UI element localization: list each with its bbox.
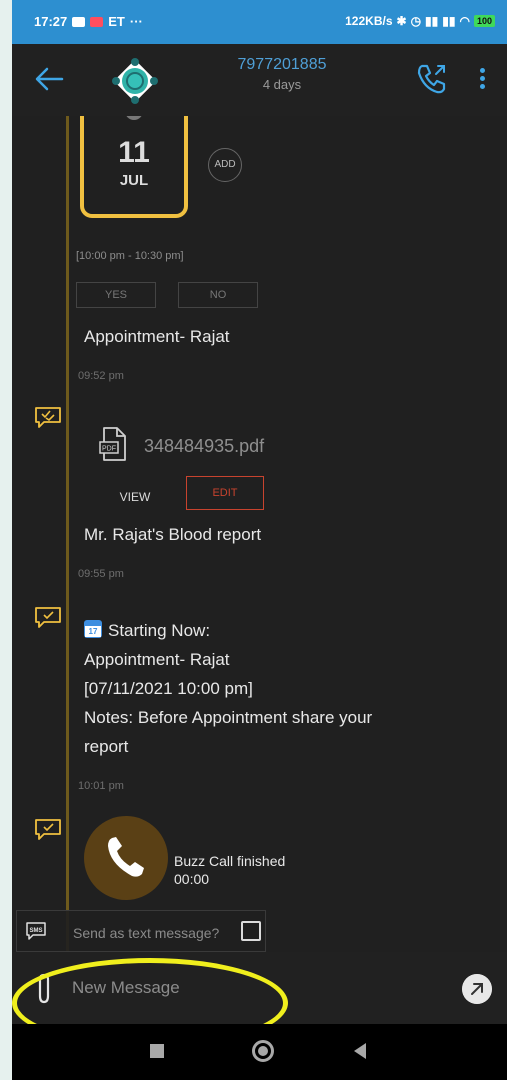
call-duration: 00:00	[174, 871, 210, 887]
network-speed: 122KB/s	[345, 14, 393, 28]
phone-screen: 17:27 ET ··· 122KB/s ✱ ◷ ▮▮ ▮▮ ◠ 100 797…	[12, 0, 507, 1080]
reminder-line: Notes: Before Appointment share your	[84, 708, 373, 727]
contact-subtitle: 4 days	[262, 77, 302, 92]
recent-apps-icon[interactable]	[150, 1044, 164, 1058]
yes-button[interactable]: YES	[76, 282, 156, 308]
calendar-month: JUL	[119, 172, 149, 189]
chat-thread[interactable]: 11 JUL ADD [10:00 pm - 10:30 pm] YES NO …	[12, 116, 507, 952]
message-composer	[12, 952, 507, 1024]
edit-button[interactable]: EDIT	[186, 476, 264, 510]
back-arrow-icon[interactable]	[32, 62, 66, 96]
chat-notification-icon	[72, 16, 86, 27]
call-icon[interactable]	[412, 58, 452, 98]
status-carrier: ET	[108, 14, 125, 29]
add-to-calendar-button[interactable]: ADD	[208, 148, 242, 182]
checklist-icon	[35, 819, 61, 840]
paperclip-icon[interactable]	[34, 972, 54, 1006]
message-timestamp: 09:52 pm	[78, 370, 124, 382]
reminder-message: Starting Now: Appointment- Rajat [07/11/…	[84, 616, 372, 761]
status-more: ···	[129, 14, 143, 29]
svg-text:SMS: SMS	[29, 928, 42, 934]
send-as-sms-option[interactable]: SMS Send as text message?	[16, 910, 266, 952]
wifi-icon: ◠	[459, 14, 470, 28]
calendar-emoji-icon	[84, 620, 102, 638]
no-button[interactable]: NO	[178, 282, 258, 308]
sms-option-label: Send as text message?	[73, 925, 220, 941]
message-timestamp: 09:55 pm	[78, 568, 124, 580]
view-button[interactable]: VIEW	[102, 482, 168, 512]
nav-back-icon[interactable]	[354, 1043, 366, 1059]
call-summary: Buzz Call finished 00:00	[174, 852, 285, 888]
appointment-time-range: [10:00 pm - 10:30 pm]	[76, 250, 184, 262]
system-nav-bar	[12, 1024, 507, 1080]
home-icon[interactable]	[252, 1040, 274, 1062]
send-icon[interactable]	[462, 974, 492, 1004]
reminder-line: report	[84, 737, 129, 756]
calendar-clip	[125, 116, 143, 120]
reminder-line: Starting Now:	[84, 616, 372, 645]
timeline-line	[66, 116, 69, 952]
status-time: 17:27	[34, 14, 68, 29]
alarm-icon: ◷	[410, 14, 422, 28]
bluetooth-icon: ✱	[396, 14, 407, 28]
sms-icon: SMS	[26, 922, 46, 940]
pdf-file-icon[interactable]: PDF	[98, 426, 128, 462]
new-message-input[interactable]	[72, 970, 432, 1006]
app-notification-icon	[90, 16, 104, 27]
contact-number: 7977201885	[237, 56, 327, 73]
status-bar: 17:27 ET ··· 122KB/s ✱ ◷ ▮▮ ▮▮ ◠ 100	[12, 0, 507, 44]
reminder-line: [07/11/2021 10:00 pm]	[84, 679, 253, 698]
sms-checkbox[interactable]	[241, 921, 261, 941]
signal-icon-2: ▮▮	[442, 14, 456, 28]
contact-info[interactable]: 7977201885 4 days	[212, 56, 352, 92]
overflow-menu-icon[interactable]	[478, 68, 486, 92]
battery-icon: 100	[473, 15, 495, 27]
app-logo	[112, 58, 158, 104]
checklist-icon	[35, 407, 61, 428]
app-header: 7977201885 4 days	[12, 44, 507, 116]
reminder-line: Appointment- Rajat	[84, 650, 230, 669]
calendar-icon: 11 JUL	[80, 116, 188, 218]
file-name[interactable]: 348484935.pdf	[144, 436, 264, 457]
message-text: Mr. Rajat's Blood report	[84, 525, 262, 544]
call-status: Buzz Call finished	[174, 853, 286, 869]
call-badge	[84, 816, 168, 900]
checklist-icon	[35, 607, 61, 628]
svg-text:PDF: PDF	[102, 446, 116, 453]
signal-icon: ▮▮	[425, 14, 439, 28]
message-timestamp: 10:01 pm	[78, 780, 124, 792]
phone-icon	[108, 837, 144, 877]
calendar-day: 11	[118, 136, 150, 169]
message-text: Appointment- Rajat	[84, 327, 230, 346]
